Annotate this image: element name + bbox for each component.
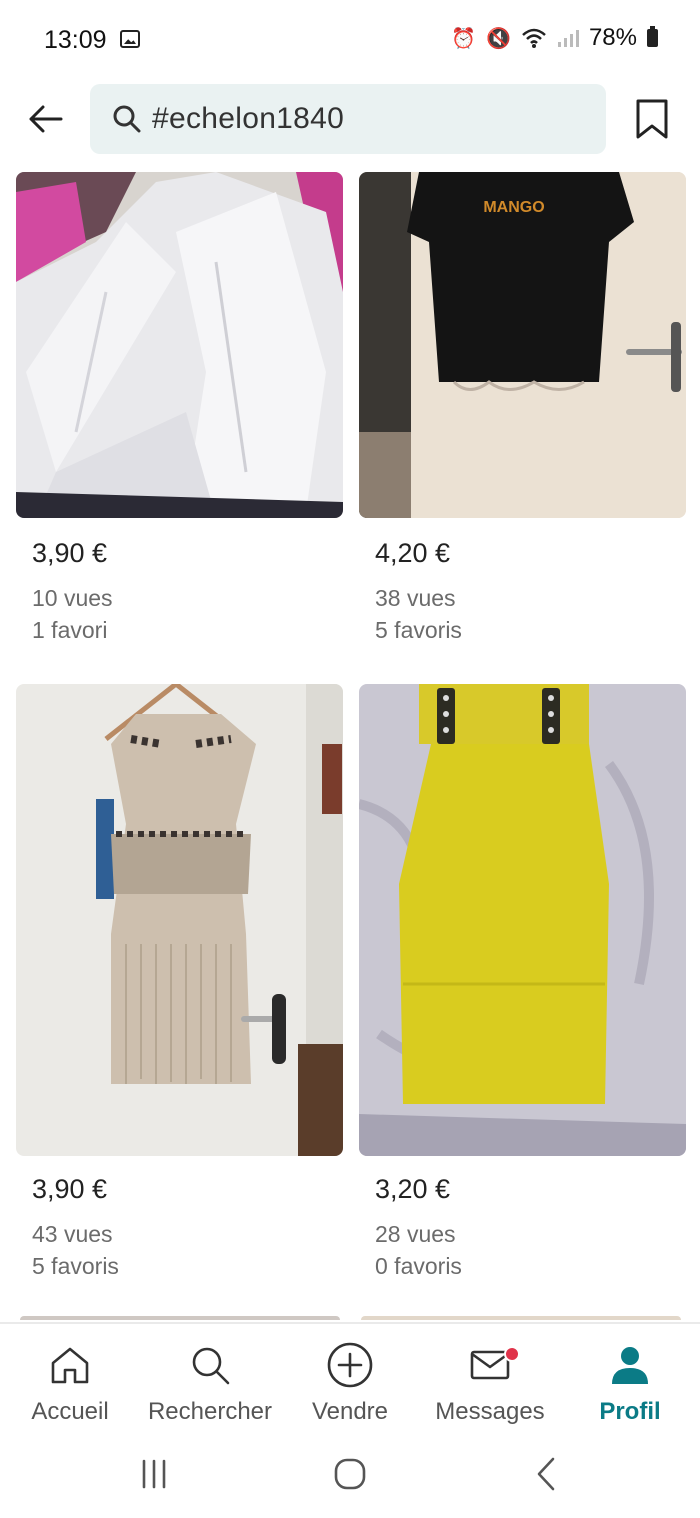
item-views: 38 vues — [375, 585, 456, 611]
recent-apps-icon — [142, 1459, 166, 1489]
item-photo[interactable] — [16, 172, 343, 518]
item-favorites: 1 favori — [32, 617, 108, 643]
gallery-notification-icon — [120, 30, 140, 48]
arrow-left-icon — [29, 105, 63, 133]
search-icon — [112, 102, 146, 136]
save-search-button[interactable] — [632, 96, 672, 142]
brand-print: MANGO — [483, 199, 544, 216]
nav-search[interactable]: Rechercher — [140, 1340, 280, 1426]
bottom-navigation: Accueil Rechercher Vendre Messages Profi… — [0, 1322, 700, 1432]
nav-search-label: Rechercher — [147, 1398, 273, 1425]
nav-sell[interactable]: Vendre — [280, 1340, 420, 1426]
bookmark-icon — [636, 99, 668, 139]
unread-badge — [504, 1346, 520, 1362]
item-card[interactable]: 3,90 € 43 vues 5 favoris — [16, 684, 343, 1296]
item-favorites: 0 favoris — [375, 1253, 462, 1279]
nav-sell-label: Vendre — [311, 1398, 389, 1425]
back-button[interactable] — [22, 96, 68, 142]
item-views: 28 vues — [375, 1221, 456, 1247]
search-icon — [192, 1347, 230, 1385]
plus-circle-icon — [327, 1342, 373, 1388]
signal-icon — [557, 30, 579, 47]
nav-profile[interactable]: Profil — [560, 1340, 700, 1426]
status-icons: ⏰ 🔇 78% — [451, 24, 658, 52]
battery-icon — [647, 26, 658, 47]
nav-messages-label: Messages — [435, 1398, 545, 1425]
chevron-left-icon — [537, 1457, 555, 1491]
home-circle-icon — [334, 1458, 366, 1490]
item-favorites: 5 favoris — [32, 1253, 119, 1279]
mute-icon: 🔇 — [486, 27, 511, 50]
item-price: 3,90 € — [32, 538, 108, 568]
status-bar: 13:09 ⏰ 🔇 78% — [0, 0, 700, 80]
status-time: 13:09 — [44, 26, 107, 54]
profile-icon — [612, 1347, 648, 1384]
item-card[interactable]: 3,90 € 10 vues 1 favori — [16, 172, 343, 652]
home-button[interactable] — [328, 1454, 372, 1494]
item-views: 43 vues — [32, 1221, 113, 1247]
recent-apps-button[interactable] — [132, 1454, 176, 1494]
item-card[interactable]: 3,20 € 28 vues 0 favoris — [359, 684, 686, 1296]
item-photo[interactable]: MANGO — [359, 172, 686, 518]
nav-home[interactable]: Accueil — [0, 1340, 140, 1426]
item-views: 10 vues — [32, 585, 113, 611]
item-price: 4,20 € — [375, 538, 451, 568]
item-price: 3,90 € — [32, 1174, 108, 1204]
item-favorites: 5 favoris — [375, 617, 462, 643]
nav-messages[interactable]: Messages — [420, 1340, 560, 1426]
alarm-icon: ⏰ — [451, 27, 477, 50]
wifi-icon — [522, 28, 546, 48]
item-card[interactable]: MANGO 4,20 € 38 vues 5 favoris — [359, 172, 686, 652]
item-photo[interactable] — [359, 684, 686, 1156]
system-back-button[interactable] — [524, 1454, 568, 1494]
battery-percent: 78% — [588, 24, 637, 51]
nav-profile-label: Profil — [599, 1398, 661, 1425]
search-input[interactable]: #echelon1840 — [90, 84, 606, 154]
home-icon — [51, 1347, 89, 1384]
nav-home-label: Accueil — [31, 1398, 109, 1425]
item-price: 3,20 € — [375, 1174, 451, 1204]
system-navigation-bar — [0, 1432, 700, 1518]
search-value: #echelon1840 — [152, 102, 345, 135]
header: #echelon1840 — [0, 82, 700, 156]
item-photo[interactable] — [16, 684, 343, 1156]
